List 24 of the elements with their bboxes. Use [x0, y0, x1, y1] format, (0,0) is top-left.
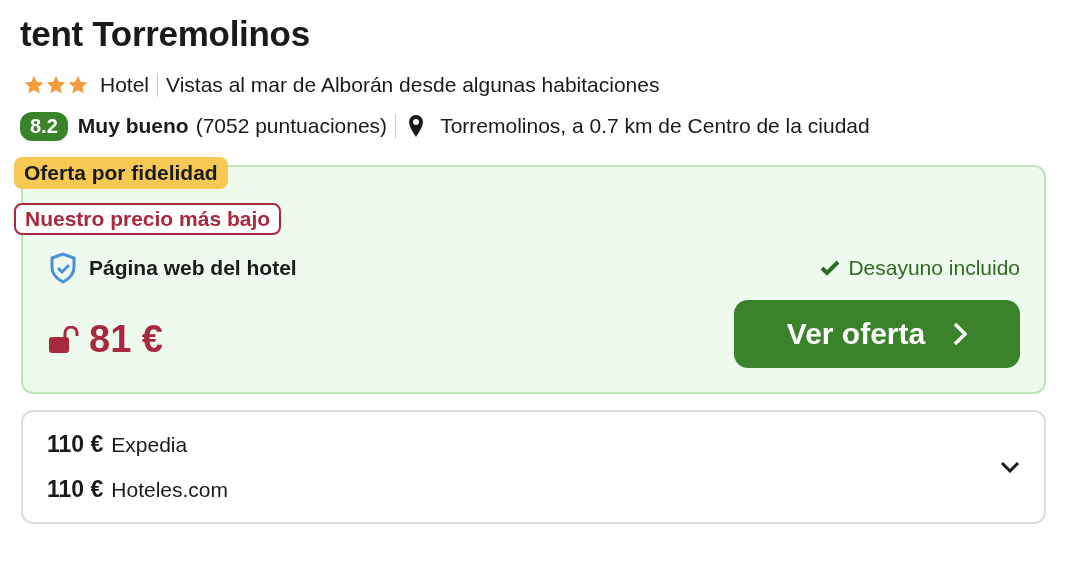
rating-score: 8.2 — [20, 111, 68, 141]
loyalty-badge: Oferta por fidelidad — [14, 157, 228, 189]
rating-count: (7052 puntuaciones) — [195, 114, 388, 138]
lowest-price-badge: Nuestro precio más bajo — [14, 203, 282, 235]
alt-provider: Expedia — [111, 433, 188, 456]
view-offer-button[interactable]: Ver oferta — [734, 299, 1020, 368]
chevron-right-icon — [953, 321, 968, 346]
alt-price: 110 € — [47, 431, 104, 457]
hotel-name: tent Torremolinos — [20, 14, 311, 54]
other-offers-panel[interactable]: 110 € Expedia 110 € Hoteles.com — [21, 410, 1046, 524]
chevron-down-icon — [1000, 461, 1020, 473]
perk-text: Desayuno incluido — [848, 256, 1020, 281]
alt-provider: Hoteles.com — [111, 478, 228, 501]
location-text: Torremolinos, a 0.7 km de Centro de la ciudad — [440, 114, 870, 138]
shield-check-icon — [49, 252, 77, 285]
offer-price: 81 € — [89, 318, 163, 362]
alt-price: 110 € — [47, 476, 104, 502]
unlocked-padlock-icon — [49, 325, 79, 354]
check-icon — [820, 260, 841, 277]
hotel-feature: Vistas al mar de Alborán desde algunas habitaciones — [166, 73, 660, 97]
provider-name: Página web del hotel — [89, 256, 297, 281]
rating-label: Muy bueno — [77, 114, 189, 138]
location-pin-icon — [408, 114, 425, 138]
property-type: Hotel — [100, 73, 150, 97]
